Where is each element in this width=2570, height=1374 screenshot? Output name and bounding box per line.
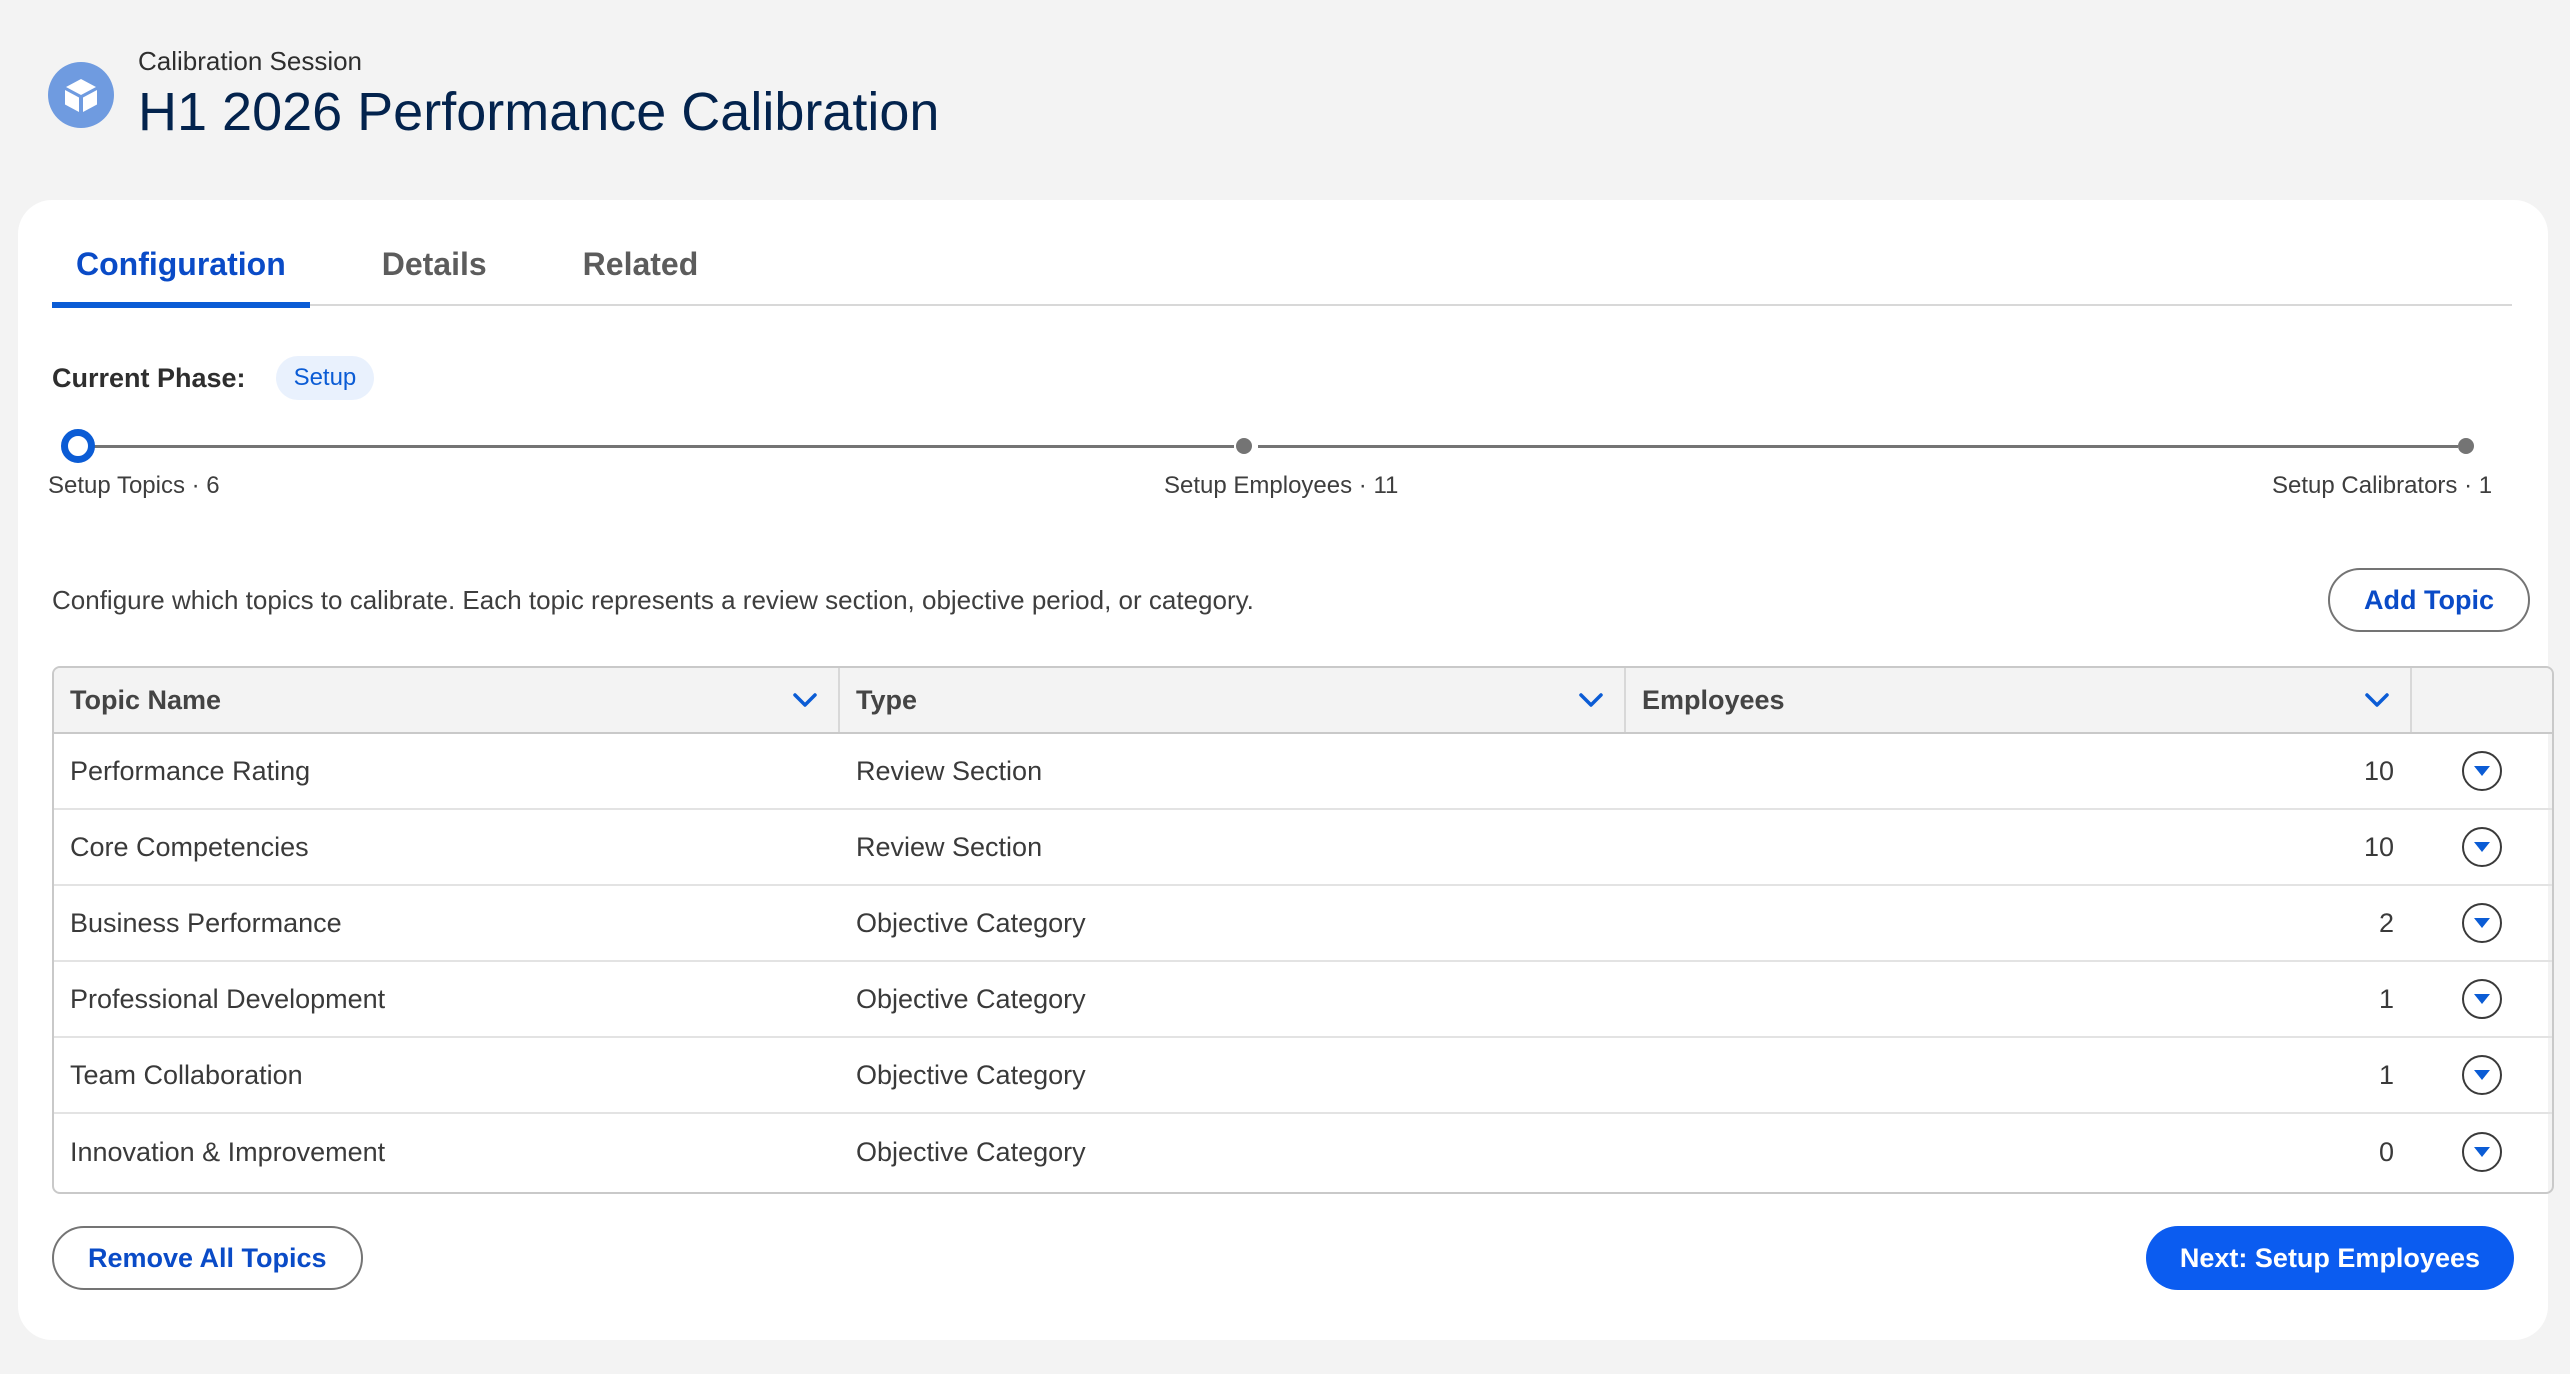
- header-titles: Calibration Session H1 2026 Performance …: [138, 44, 939, 144]
- tab-details[interactable]: Details: [358, 234, 511, 306]
- table-row[interactable]: Professional Development Objective Categ…: [54, 962, 2552, 1038]
- table-row[interactable]: Performance Rating Review Section 10: [54, 734, 2552, 810]
- topics-toolbar: Configure which topics to calibrate. Eac…: [52, 568, 2530, 632]
- current-phase: Current Phase: Setup: [52, 356, 375, 400]
- row-actions-cell: [2412, 1132, 2552, 1172]
- tab-configuration[interactable]: Configuration: [52, 234, 310, 308]
- topic-type-cell: Review Section: [856, 831, 1043, 862]
- table-row[interactable]: Core Competencies Review Section 10: [54, 810, 2552, 886]
- tab-related[interactable]: Related: [559, 234, 723, 306]
- remove-all-topics-button[interactable]: Remove All Topics: [52, 1226, 363, 1290]
- row-actions-dropdown-icon[interactable]: [2462, 827, 2502, 867]
- row-actions-cell: [2412, 903, 2552, 943]
- page-header: Calibration Session H1 2026 Performance …: [48, 44, 939, 144]
- topic-name-cell: Professional Development: [70, 983, 386, 1014]
- row-actions-cell: [2412, 1055, 2552, 1095]
- row-actions-dropdown-icon[interactable]: [2462, 1132, 2502, 1172]
- table-row[interactable]: Business Performance Objective Category …: [54, 886, 2552, 962]
- main-card: Configuration Details Related Current Ph…: [18, 200, 2554, 1340]
- column-label: Type: [856, 684, 918, 715]
- table-row[interactable]: Innovation & Improvement Objective Categ…: [54, 1114, 2552, 1190]
- step-label-calibrators: Setup Calibrators · 1: [2272, 472, 2493, 499]
- column-header-employees[interactable]: Employees: [1626, 668, 2412, 732]
- row-actions-dropdown-icon[interactable]: [2462, 751, 2502, 791]
- topics-description: Configure which topics to calibrate. Eac…: [52, 584, 1254, 615]
- row-actions-dropdown-icon[interactable]: [2462, 1055, 2502, 1095]
- step-marker[interactable]: [2458, 438, 2474, 454]
- topic-name-cell: Innovation & Improvement: [70, 1136, 386, 1167]
- employee-count-cell: 2: [2378, 907, 2394, 938]
- employee-count-cell: 1: [2378, 983, 2394, 1014]
- row-actions-cell: [2412, 751, 2552, 791]
- topic-name-cell: Team Collaboration: [70, 1059, 303, 1090]
- row-actions-cell: [2412, 979, 2552, 1019]
- step-label-employees: Setup Employees · 11: [1164, 472, 1399, 499]
- row-actions-dropdown-icon[interactable]: [2462, 903, 2502, 943]
- topic-type-cell: Objective Category: [856, 983, 1086, 1014]
- topic-type-cell: Objective Category: [856, 1136, 1086, 1167]
- add-topic-button[interactable]: Add Topic: [2328, 568, 2530, 632]
- employee-count-cell: 10: [2363, 831, 2394, 862]
- table-header: Topic Name Type Employees: [54, 668, 2552, 734]
- chevron-down-icon[interactable]: [788, 683, 822, 717]
- row-actions-dropdown-icon[interactable]: [2462, 979, 2502, 1019]
- tab-bar: Configuration Details Related: [52, 234, 2512, 308]
- column-header-topic-name[interactable]: Topic Name: [54, 668, 840, 732]
- topics-table: Topic Name Type Employees Performance Ra…: [52, 666, 2554, 1194]
- chevron-down-icon[interactable]: [1574, 683, 1608, 717]
- employee-count-cell: 10: [2363, 755, 2394, 786]
- topic-name-cell: Core Competencies: [70, 831, 309, 862]
- column-label: Employees: [1642, 684, 1785, 715]
- next-setup-employees-button[interactable]: Next: Setup Employees: [2145, 1226, 2514, 1290]
- phase-label: Current Phase:: [52, 362, 246, 393]
- step-marker-current[interactable]: [61, 429, 95, 463]
- phase-stepper: Setup Topics · 6 Setup Employees · 11 Se…: [48, 428, 2522, 518]
- phase-badge: Setup: [275, 356, 375, 400]
- page-title: H1 2026 Performance Calibration: [138, 82, 940, 142]
- record-type-label: Calibration Session: [138, 46, 363, 76]
- topic-type-cell: Review Section: [856, 755, 1043, 786]
- step-connector: [90, 445, 1234, 448]
- cube-icon: [48, 62, 114, 128]
- step-connector: [1258, 445, 2458, 448]
- column-header-actions: [2412, 668, 2552, 732]
- column-header-type[interactable]: Type: [840, 668, 1626, 732]
- topic-name-cell: Performance Rating: [70, 755, 311, 786]
- topic-type-cell: Objective Category: [856, 907, 1086, 938]
- chevron-down-icon[interactable]: [2360, 683, 2394, 717]
- topic-type-cell: Objective Category: [856, 1059, 1086, 1090]
- step-marker[interactable]: [1236, 438, 1252, 454]
- employee-count-cell: 0: [2378, 1136, 2394, 1167]
- employee-count-cell: 1: [2378, 1059, 2394, 1090]
- column-label: Topic Name: [70, 684, 222, 715]
- step-label-topics: Setup Topics · 6: [48, 472, 220, 499]
- topic-name-cell: Business Performance: [70, 907, 342, 938]
- row-actions-cell: [2412, 827, 2552, 867]
- table-row[interactable]: Team Collaboration Objective Category 1: [54, 1038, 2552, 1114]
